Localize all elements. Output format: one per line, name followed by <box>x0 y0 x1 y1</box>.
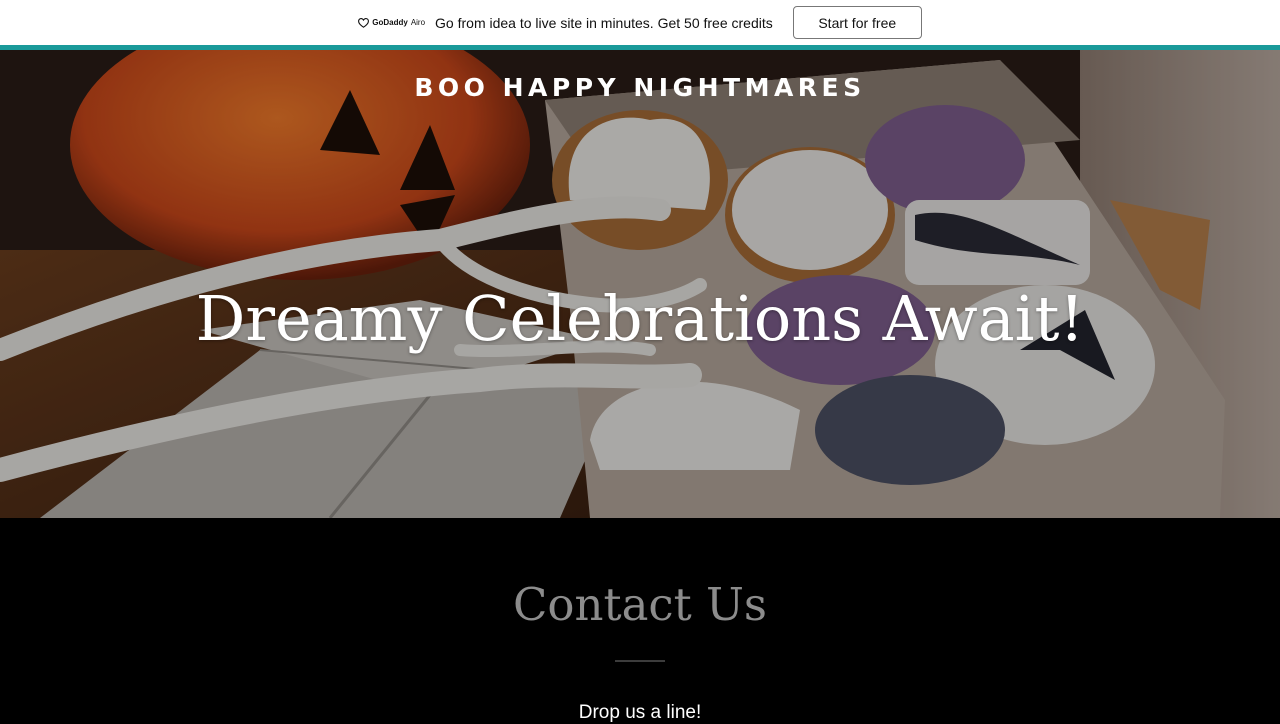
airo-wordmark: Airo <box>410 18 426 27</box>
site-title[interactable]: BOO HAPPY NIGHTMARES <box>0 73 1280 102</box>
hero-heading: Dreamy Celebrations Await! <box>195 282 1085 355</box>
godaddy-airo-logo[interactable]: GoDaddy Airo <box>358 17 426 28</box>
promo-banner: GoDaddy Airo Go from idea to live site i… <box>0 0 1280 45</box>
contact-section: Contact Us Drop us a line! <box>0 518 1280 723</box>
godaddy-heart-icon <box>358 17 370 28</box>
contact-divider <box>615 660 665 662</box>
contact-subtitle: Drop us a line! <box>578 702 702 723</box>
godaddy-wordmark: GoDaddy <box>372 18 408 27</box>
start-for-free-button[interactable]: Start for free <box>792 6 922 39</box>
promo-message: Go from idea to live site in minutes. Ge… <box>435 14 773 31</box>
hero-section: BOO HAPPY NIGHTMARES Dreamy Celebrations… <box>0 50 1280 518</box>
contact-title: Contact Us <box>512 578 768 631</box>
